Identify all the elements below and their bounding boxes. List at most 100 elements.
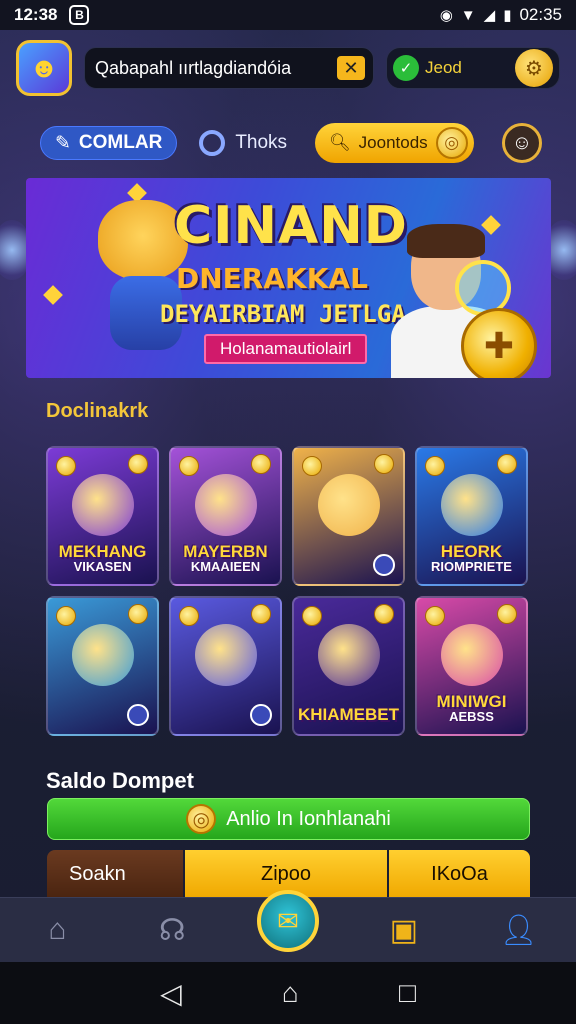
wifi-icon: ▼ [460,6,476,24]
coin-icon [128,454,148,474]
game-title-line1: MAYERBN [183,541,268,561]
hero-subtitle-2: DEYAIRBIAM JETLGA [160,300,406,328]
game-tile[interactable]: KHIAMEBET [292,596,405,736]
hero-banner[interactable]: CINAND DNERAKKAL DEYAIRBIAM JETLGA Holan… [26,178,551,378]
game-title-line1: HEORK [440,541,503,561]
game-tile[interactable]: HEORK RIOMPRIETE [415,446,528,586]
coin-icon [425,456,445,476]
app-logo[interactable]: ☻ [16,40,72,96]
home-icon[interactable]: ⌂ [27,905,87,955]
clear-search-icon[interactable]: ✕ [337,56,365,80]
game-character [440,474,503,537]
game-character [194,474,257,537]
balance-pill[interactable]: ✓ Jeod ⚙ [386,47,560,89]
signal-icon: ◢ [483,7,496,24]
game-title: HEORK RIOMPRIETE [417,541,526,575]
big-coin-icon: ✚ [461,308,537,378]
tab-thoks[interactable]: Thoks [199,126,287,160]
game-tile[interactable] [46,596,159,736]
game-character [317,624,380,687]
battery-icon: ▮ [503,7,512,24]
game-title-line1: KHIAMEBET [297,705,400,725]
coin-icon [179,456,199,476]
game-tile[interactable] [292,446,405,586]
wallet-tab-1[interactable]: Soakn [47,850,183,898]
coin-icon [302,606,322,626]
coin-icon [251,454,271,474]
game-title: MAYERBN KMAAIEEN [171,541,280,575]
game-title: KHIAMEBET [294,706,403,724]
coin-icon [374,454,394,474]
join-label: Joontods [358,133,428,152]
coin-icon [251,604,271,624]
status-icons: ◉ ▼ ◢ ▮ 02:35 [440,5,562,25]
game-badge-icon [250,704,272,726]
coin-icon [374,604,394,624]
game-badge-icon [127,704,149,726]
back-icon[interactable]: ◁ [160,977,182,1010]
game-tile[interactable]: MEKHANG VIKASEN [46,446,159,586]
game-badge-icon [373,554,395,576]
sparkle-icon [43,285,63,305]
bottom-nav: ⌂ ☊ ✉ ▣ 👤︎ [0,890,576,962]
mail-icon: ✉ [277,905,299,936]
game-character [194,624,257,687]
play-center-button[interactable]: ✉ [256,890,319,952]
hero-subtitle: DNERAKKAL [176,262,368,295]
coin-icon: ◎ [435,127,468,159]
status-clock: 02:35 [519,5,562,24]
coin-icon [56,456,76,476]
pencil-icon: ✎ [55,132,71,154]
game-tile[interactable] [169,596,282,736]
game-title: MEKHANG VIKASEN [48,541,157,575]
game-title-line2: VIKASEN [73,559,132,575]
coin-icon [497,454,517,474]
game-title-line2: RIOMPRIETE [431,559,512,575]
game-character [71,474,134,537]
game-title-line2: AEBSS [449,709,494,725]
status-time: 12:38 [14,5,58,24]
game-tile[interactable]: MINIWGI AEBSS [415,596,528,736]
wallet-action-button[interactable]: ◎ Anlio In Ionhlanahi [47,798,530,840]
game-character [440,624,503,687]
wallet-title: Saldo Dompet [46,768,194,793]
coin-icon [497,604,517,624]
coin-icon [425,606,445,626]
coin-icon [128,604,148,624]
search-icon: 🔍︎ [329,133,351,152]
wallet-action-label: Anlio In Ionhlanahi [226,807,391,830]
profile-icon[interactable]: 👤︎ [489,905,549,955]
search-bar: ✕ [84,47,374,89]
game-character [317,474,380,537]
game-tile[interactable]: MAYERBN KMAAIEEN [169,446,282,586]
tab-komlar[interactable]: ✎ COMLAR [40,126,178,160]
system-nav-bar: ◁ ⌂ □ [0,962,576,1024]
coin-icon: ◎ [186,804,217,834]
section-title: Doclinakrk [46,400,149,422]
check-icon: ✓ [393,55,419,81]
coin-icon [179,606,199,626]
wallet-icon[interactable]: ▣ [374,905,434,955]
game-title-line1: MEKHANG [58,541,147,561]
tab-komlar-label: COMLAR [78,132,163,153]
wallet-tab-3[interactable]: IKoOa [389,850,530,898]
coin-icon [56,606,76,626]
user-avatar[interactable]: ☺ [502,123,542,163]
ring-icon [199,130,226,156]
support-icon[interactable]: ☊ [142,905,202,955]
search-input[interactable] [95,57,337,79]
games-grid: MEKHANG VIKASEN MAYERBN KMAAIEEN HEORK RIOMPR… [46,446,532,736]
game-title-line2: KMAAIEEN [190,559,261,575]
top-header: ☻ ✕ ✓ Jeod ⚙ [16,36,560,100]
sub-nav: ✎ COMLAR Thoks 🔍︎ Joontods ◎ ☺ [40,118,542,168]
recents-icon[interactable]: □ [399,977,416,1009]
game-title: MINIWGI AEBSS [417,692,526,725]
hotspot-icon: ◉ [439,7,453,24]
home-system-icon[interactable]: ⌂ [282,977,299,1009]
balance-label: Jeod [425,58,462,77]
status-bar: 12:38 B ◉ ▼ ◢ ▮ 02:35 [0,0,576,30]
coin-icon [302,456,322,476]
smile-logo-icon: ☻ [29,52,59,83]
join-button[interactable]: 🔍︎ Joontods ◎ [315,123,474,163]
coin-settings-icon[interactable]: ⚙ [515,49,553,87]
